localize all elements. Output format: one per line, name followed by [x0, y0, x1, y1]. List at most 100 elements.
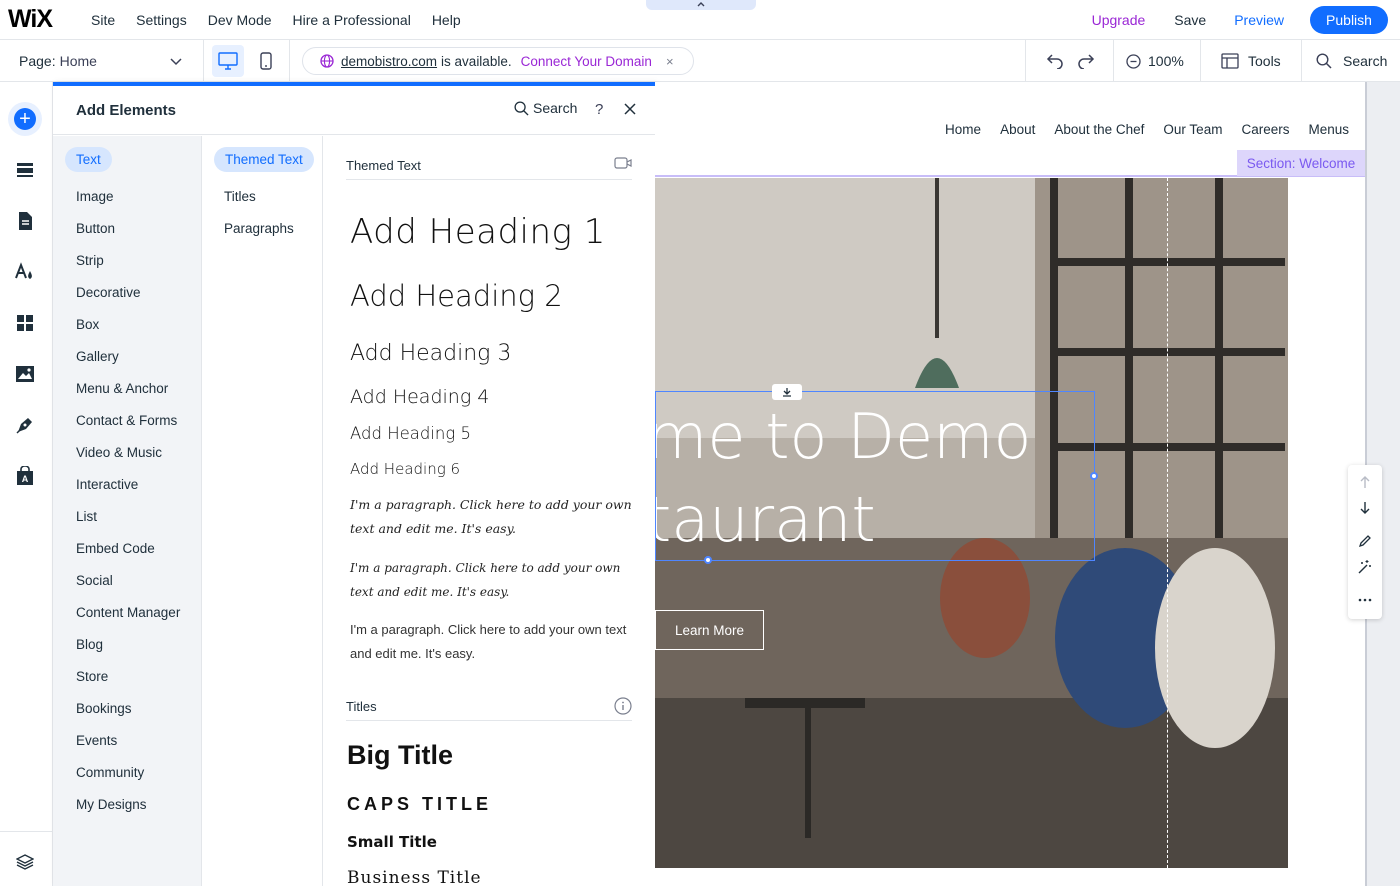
site-menu-menus[interactable]: Menus	[1308, 122, 1349, 137]
tools-label: Tools	[1248, 53, 1281, 69]
site-menu-our-team[interactable]: Our Team	[1163, 122, 1222, 137]
pen-icon	[16, 418, 32, 434]
heading-2-preset[interactable]: Add Heading 2	[350, 279, 563, 313]
hero-image[interactable]: me to Demo taurant Learn More	[655, 178, 1288, 868]
themed-text-header: Themed Text	[346, 156, 632, 180]
heading-4-preset[interactable]: Add Heading 4	[350, 386, 489, 408]
category-content-manager[interactable]: Content Manager	[76, 605, 180, 620]
chevron-up-icon	[697, 2, 705, 7]
business-button[interactable]: A	[12, 463, 38, 489]
sections-button[interactable]	[12, 157, 38, 183]
info-icon[interactable]	[614, 697, 632, 715]
subcategory-paragraphs[interactable]: Paragraphs	[224, 221, 294, 236]
redo-icon[interactable]	[1077, 53, 1095, 69]
site-menu-careers[interactable]: Careers	[1241, 122, 1289, 137]
more-actions-button[interactable]	[1356, 591, 1374, 609]
add-elements-button[interactable]: +	[8, 102, 42, 136]
nav-settings[interactable]: Settings	[136, 12, 187, 28]
wix-logo[interactable]: WiX	[8, 5, 70, 34]
editor-search-label: Search	[1343, 53, 1388, 69]
layers-button[interactable]	[12, 849, 38, 875]
category-store[interactable]: Store	[76, 669, 108, 684]
domain-banner: demobistro.com is available. Connect You…	[302, 47, 694, 75]
page-selector[interactable]: Page: Home	[0, 40, 204, 82]
editor-search-button[interactable]: Search	[1316, 40, 1387, 82]
desktop-view-button[interactable]	[212, 45, 244, 77]
category-strip[interactable]: Strip	[76, 253, 104, 268]
subcategory-titles[interactable]: Titles	[224, 189, 256, 204]
category-blog[interactable]: Blog	[76, 637, 103, 652]
category-contact-forms[interactable]: Contact & Forms	[76, 413, 177, 428]
nav-help[interactable]: Help	[432, 12, 461, 28]
category-gallery[interactable]: Gallery	[76, 349, 119, 364]
blog-button[interactable]	[12, 412, 38, 438]
apps-button[interactable]	[12, 310, 38, 336]
download-icon	[783, 388, 791, 397]
resize-handle[interactable]	[704, 556, 712, 564]
category-community[interactable]: Community	[76, 765, 144, 780]
category-video-music[interactable]: Video & Music	[76, 445, 162, 460]
panel-search-button[interactable]: Search	[514, 100, 577, 116]
category-box[interactable]: Box	[76, 317, 99, 332]
category-menu-anchor[interactable]: Menu & Anchor	[76, 381, 168, 396]
big-title-preset[interactable]: Big Title	[347, 740, 453, 771]
publish-button[interactable]: Publish	[1310, 6, 1388, 34]
heading-3-preset[interactable]: Add Heading 3	[350, 341, 511, 366]
site-menu-about[interactable]: About	[1000, 122, 1035, 137]
tools-button[interactable]: Tools	[1221, 40, 1281, 82]
video-tutorial-icon[interactable]	[614, 156, 632, 170]
edit-button[interactable]	[1356, 532, 1374, 550]
caps-title-preset[interactable]: CAPS TITLE	[347, 794, 492, 815]
paragraph-2-preset[interactable]: I'm a paragraph. Click here to add your …	[350, 556, 642, 604]
nav-dev-mode[interactable]: Dev Mode	[208, 12, 272, 28]
site-menu-about-chef[interactable]: About the Chef	[1054, 122, 1144, 137]
anchor-button[interactable]	[772, 384, 802, 400]
preview-button[interactable]: Preview	[1234, 12, 1284, 28]
zoom-control[interactable]: 100%	[1126, 40, 1184, 82]
heading-6-preset[interactable]: Add Heading 6	[350, 460, 460, 478]
category-interactive[interactable]: Interactive	[76, 477, 138, 492]
upgrade-link[interactable]: Upgrade	[1092, 12, 1146, 28]
category-bookings[interactable]: Bookings	[76, 701, 132, 716]
nav-site[interactable]: Site	[91, 12, 115, 28]
magic-wand-icon	[1358, 560, 1371, 574]
category-events[interactable]: Events	[76, 733, 117, 748]
design-button[interactable]	[12, 259, 38, 285]
close-domain-banner-button[interactable]: ×	[666, 54, 674, 69]
connect-domain-link[interactable]: Connect Your Domain	[521, 54, 652, 69]
mobile-view-button[interactable]	[250, 45, 282, 77]
site-canvas[interactable]: Home About About the Chef Our Team Caree…	[655, 82, 1365, 886]
category-button[interactable]: Button	[76, 221, 115, 236]
nav-hire-professional[interactable]: Hire a Professional	[293, 12, 411, 28]
resize-handle[interactable]	[1090, 472, 1098, 480]
ai-magic-button[interactable]	[1356, 558, 1374, 576]
collapse-toolbar-tab[interactable]	[646, 0, 756, 10]
heading-1-preset[interactable]: Add Heading 1	[350, 212, 606, 252]
site-menu-home[interactable]: Home	[945, 122, 981, 137]
learn-more-button[interactable]: Learn More	[655, 610, 764, 650]
domain-name[interactable]: demobistro.com	[341, 54, 437, 69]
save-button[interactable]: Save	[1174, 12, 1206, 28]
undo-icon[interactable]	[1046, 53, 1064, 69]
category-my-designs[interactable]: My Designs	[76, 797, 147, 812]
close-icon[interactable]	[624, 103, 636, 115]
subcategory-themed-text[interactable]: Themed Text	[214, 147, 314, 172]
category-list[interactable]: List	[76, 509, 97, 524]
media-button[interactable]	[12, 361, 38, 387]
category-image[interactable]: Image	[76, 189, 114, 204]
category-embed-code[interactable]: Embed Code	[76, 541, 155, 556]
paragraph-1-preset[interactable]: I'm a paragraph. Click here to add your …	[350, 493, 642, 541]
category-text[interactable]: Text	[65, 147, 112, 172]
section-label[interactable]: Section: Welcome	[1237, 150, 1365, 176]
category-social[interactable]: Social	[76, 573, 113, 588]
help-button[interactable]: ?	[595, 101, 603, 118]
move-up-button[interactable]	[1356, 473, 1374, 491]
paragraph-3-preset[interactable]: I'm a paragraph. Click here to add your …	[350, 618, 642, 666]
move-down-button[interactable]	[1356, 499, 1374, 517]
category-decorative[interactable]: Decorative	[76, 285, 141, 300]
pages-button[interactable]	[12, 208, 38, 234]
tools-icon	[1221, 53, 1239, 69]
small-title-preset[interactable]: Small Title	[347, 833, 437, 851]
heading-5-preset[interactable]: Add Heading 5	[350, 424, 471, 443]
business-title-preset[interactable]: Business Title	[347, 868, 482, 886]
